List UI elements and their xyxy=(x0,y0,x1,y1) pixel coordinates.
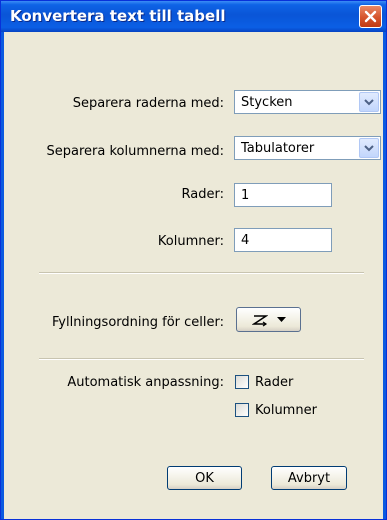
chevron-down-icon[interactable] xyxy=(359,138,379,158)
close-button[interactable] xyxy=(359,5,382,28)
rows-value: 1 xyxy=(241,188,250,203)
close-icon xyxy=(364,10,377,23)
title-bar[interactable]: Konvertera text till tabell xyxy=(1,1,386,32)
fill-order-label: Fyllningsordning för celler: xyxy=(52,315,224,330)
column-separator-label: Separera kolumnerna med: xyxy=(46,144,225,159)
cancel-button[interactable]: Avbryt xyxy=(271,466,347,490)
dialog-body: Separera raderna med: Stycken Separera k… xyxy=(4,32,383,519)
column-separator-value: Tabulatorer xyxy=(241,141,315,156)
separator-1 xyxy=(39,272,364,274)
columns-value: 4 xyxy=(241,233,250,248)
rows-input[interactable]: 1 xyxy=(234,183,332,207)
autofit-columns-label[interactable]: Kolumner xyxy=(255,403,317,418)
autofit-rows-checkbox[interactable] xyxy=(235,375,249,389)
row-separator-label: Separera raderna med: xyxy=(72,96,224,111)
chevron-down-icon[interactable] xyxy=(359,92,379,112)
separator-2 xyxy=(39,358,364,360)
dialog-title: Konvertera text till tabell xyxy=(10,7,226,25)
row-separator-select[interactable]: Stycken xyxy=(234,90,381,114)
autofit-rows-label[interactable]: Rader xyxy=(255,375,293,390)
window-frame-right xyxy=(383,32,386,519)
fill-order-button[interactable] xyxy=(236,307,301,332)
columns-label: Kolumner: xyxy=(157,234,224,249)
autofit-label: Automatisk anpassning: xyxy=(67,375,224,390)
ok-button[interactable]: OK xyxy=(167,466,242,490)
triangle-down-icon xyxy=(276,316,286,322)
columns-input[interactable]: 4 xyxy=(234,228,332,252)
row-separator-value: Stycken xyxy=(241,95,293,110)
autofit-columns-checkbox[interactable] xyxy=(235,403,249,417)
column-separator-select[interactable]: Tabulatorer xyxy=(234,136,381,160)
dialog-window: Konvertera text till tabell Separera rad… xyxy=(0,0,387,520)
z-order-icon xyxy=(251,314,268,326)
rows-label: Rader: xyxy=(181,187,224,202)
